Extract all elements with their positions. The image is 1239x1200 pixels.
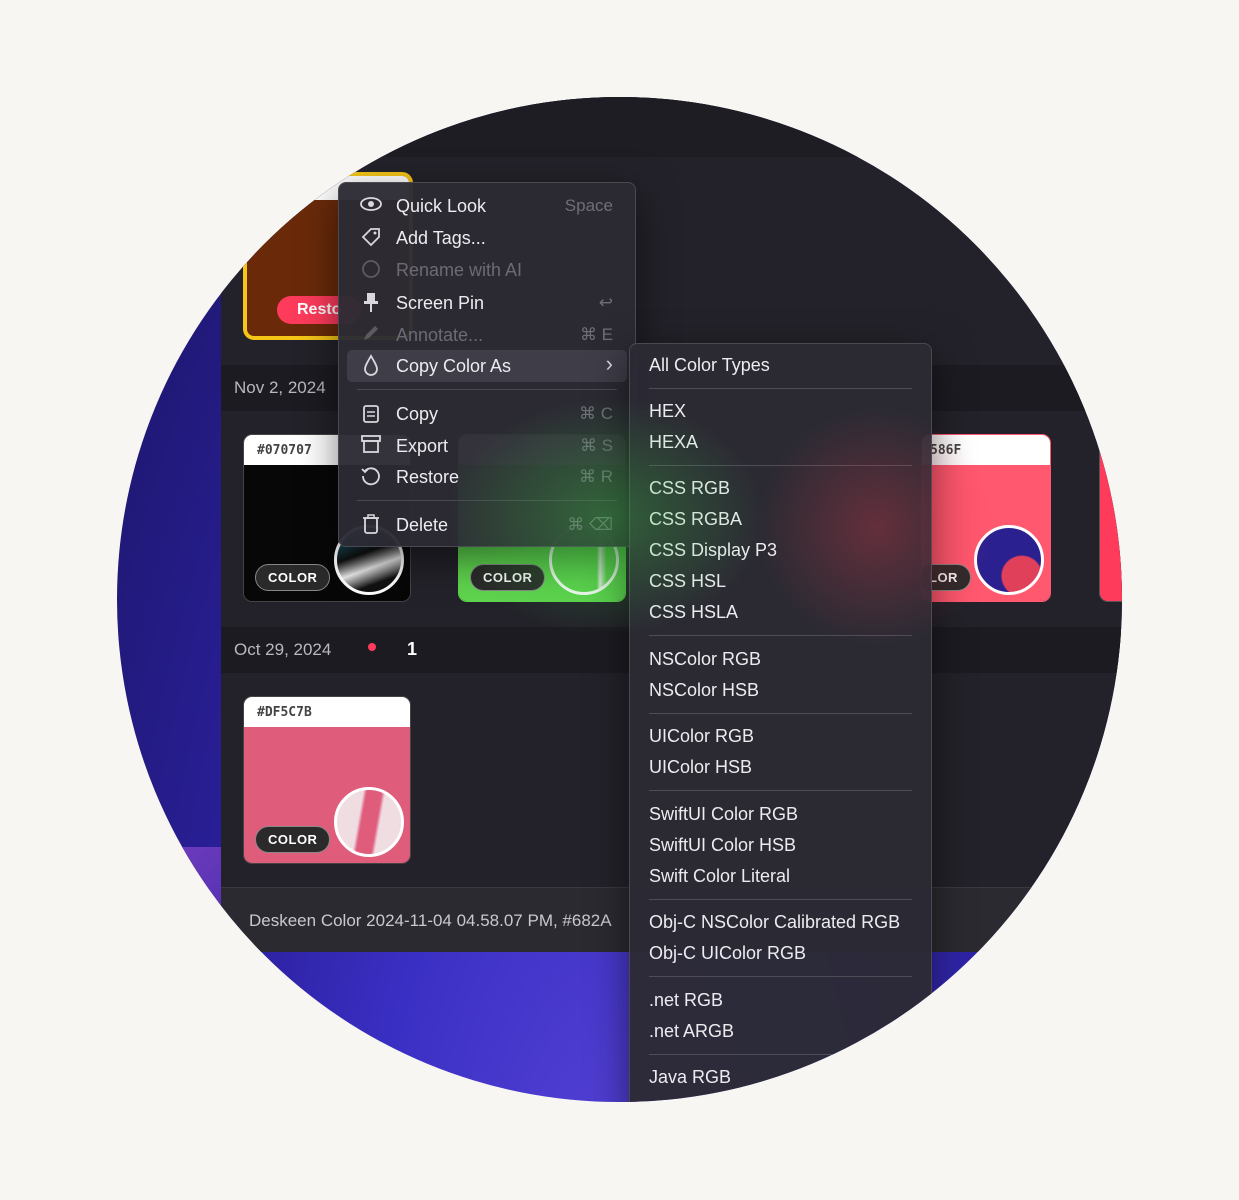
submenu-item[interactable]: CSS HSLA bbox=[649, 602, 738, 623]
menu-separator bbox=[649, 899, 912, 900]
submenu-item[interactable]: CSS Display P3 bbox=[649, 540, 777, 561]
hex-label: 586F bbox=[922, 435, 1050, 465]
tag-icon bbox=[359, 226, 383, 254]
toolbar bbox=[221, 97, 1122, 157]
item-count: 1 bbox=[407, 639, 418, 659]
submenu-item[interactable]: Swift Color Literal bbox=[649, 866, 790, 887]
magnifier-preview bbox=[334, 787, 404, 857]
submenu-item[interactable]: SwiftUI Color HSB bbox=[649, 835, 796, 856]
menu-separator bbox=[357, 500, 617, 501]
color-badge: COLOR bbox=[255, 826, 331, 853]
color-card[interactable]: #DF5C7B COLOR bbox=[243, 696, 411, 864]
menu-item-quick-look[interactable]: Quick Look Space bbox=[347, 190, 627, 222]
menu-separator bbox=[649, 635, 912, 636]
submenu-item[interactable]: Java RGB bbox=[649, 1067, 731, 1088]
menu-item-delete[interactable]: Delete ⌘ ⌫ bbox=[347, 509, 627, 541]
submenu-item[interactable]: SwiftUI Color RGB bbox=[649, 804, 798, 825]
hex-label: #DF5C7B bbox=[244, 697, 410, 727]
archive-icon bbox=[359, 434, 383, 460]
status-text: Deskeen Color 2024-11-04 04.58.07 PM, #6… bbox=[249, 911, 612, 930]
magnifier-preview bbox=[974, 525, 1044, 595]
menu-item-restore[interactable]: Restore ⌘ R bbox=[347, 461, 627, 493]
droplet-icon bbox=[359, 354, 383, 382]
submenu-item[interactable]: NSColor RGB bbox=[649, 649, 761, 670]
submenu-item[interactable]: CSS HSL bbox=[649, 571, 726, 592]
menu-separator bbox=[649, 790, 912, 791]
menu-separator bbox=[649, 713, 912, 714]
menu-separator bbox=[357, 389, 617, 390]
magnified-view: Resto Nov 2, 2024 #070707 COLOR COLOR 58… bbox=[117, 97, 1122, 1102]
submenu-item[interactable]: .net RGB bbox=[649, 990, 723, 1011]
menu-item-add-tags[interactable]: Add Tags... bbox=[347, 222, 627, 254]
context-menu: Quick Look Space Add Tags... Rename with… bbox=[338, 182, 636, 547]
color-badge: COLOR bbox=[470, 564, 546, 591]
color-card[interactable]: 586F LOR bbox=[921, 434, 1051, 602]
submenu-item[interactable]: Obj-C NSColor Calibrated RGB bbox=[649, 912, 900, 933]
submenu-item[interactable]: Obj-C UIColor RGB bbox=[649, 943, 806, 964]
copy-color-as-submenu: All Color Types HEX HEXA CSS RGB CSS RGB… bbox=[629, 343, 932, 1102]
pencil-icon bbox=[359, 323, 383, 349]
pin-icon bbox=[359, 291, 383, 319]
menu-item-export[interactable]: Export ⌘ S bbox=[347, 430, 627, 462]
restore-icon bbox=[359, 465, 383, 493]
color-card-partial[interactable] bbox=[1099, 434, 1122, 602]
ai-head-icon bbox=[359, 258, 383, 286]
submenu-item[interactable]: NSColor HSB bbox=[649, 680, 759, 701]
menu-item-copy[interactable]: Copy ⌘ C bbox=[347, 398, 627, 430]
menu-item-rename-ai[interactable]: Rename with AI bbox=[347, 254, 627, 286]
submenu-item[interactable]: CSS RGB bbox=[649, 478, 730, 499]
menu-separator bbox=[649, 388, 912, 389]
date-label: Nov 2, 2024 bbox=[234, 378, 326, 397]
date-label: Oct 29, 2024 bbox=[234, 640, 332, 659]
menu-separator bbox=[649, 1054, 912, 1055]
trash-icon bbox=[359, 513, 383, 541]
menu-item-screen-pin[interactable]: Screen Pin ↩ bbox=[347, 287, 627, 319]
color-badge: COLOR bbox=[255, 564, 331, 591]
menu-separator bbox=[649, 465, 912, 466]
submenu-item[interactable]: UIColor HSB bbox=[649, 757, 752, 778]
menu-item-annotate[interactable]: Annotate... ⌘ E bbox=[347, 319, 627, 351]
submenu-item[interactable]: UIColor RGB bbox=[649, 726, 754, 747]
eye-icon bbox=[359, 194, 383, 220]
menu-item-copy-color-as[interactable]: Copy Color As › bbox=[347, 350, 627, 382]
desktop-background bbox=[117, 847, 221, 967]
unread-dot bbox=[368, 643, 376, 651]
submenu-item[interactable]: All Color Types bbox=[649, 355, 770, 376]
submenu-item[interactable]: HEXA bbox=[649, 432, 698, 453]
submenu-item[interactable]: HEX bbox=[649, 401, 686, 422]
submenu-item[interactable]: CSS RGBA bbox=[649, 509, 742, 530]
chevron-right-icon: › bbox=[605, 351, 613, 376]
submenu-item[interactable]: .net ARGB bbox=[649, 1021, 734, 1042]
copy-doc-icon bbox=[359, 402, 383, 430]
menu-separator bbox=[649, 976, 912, 977]
